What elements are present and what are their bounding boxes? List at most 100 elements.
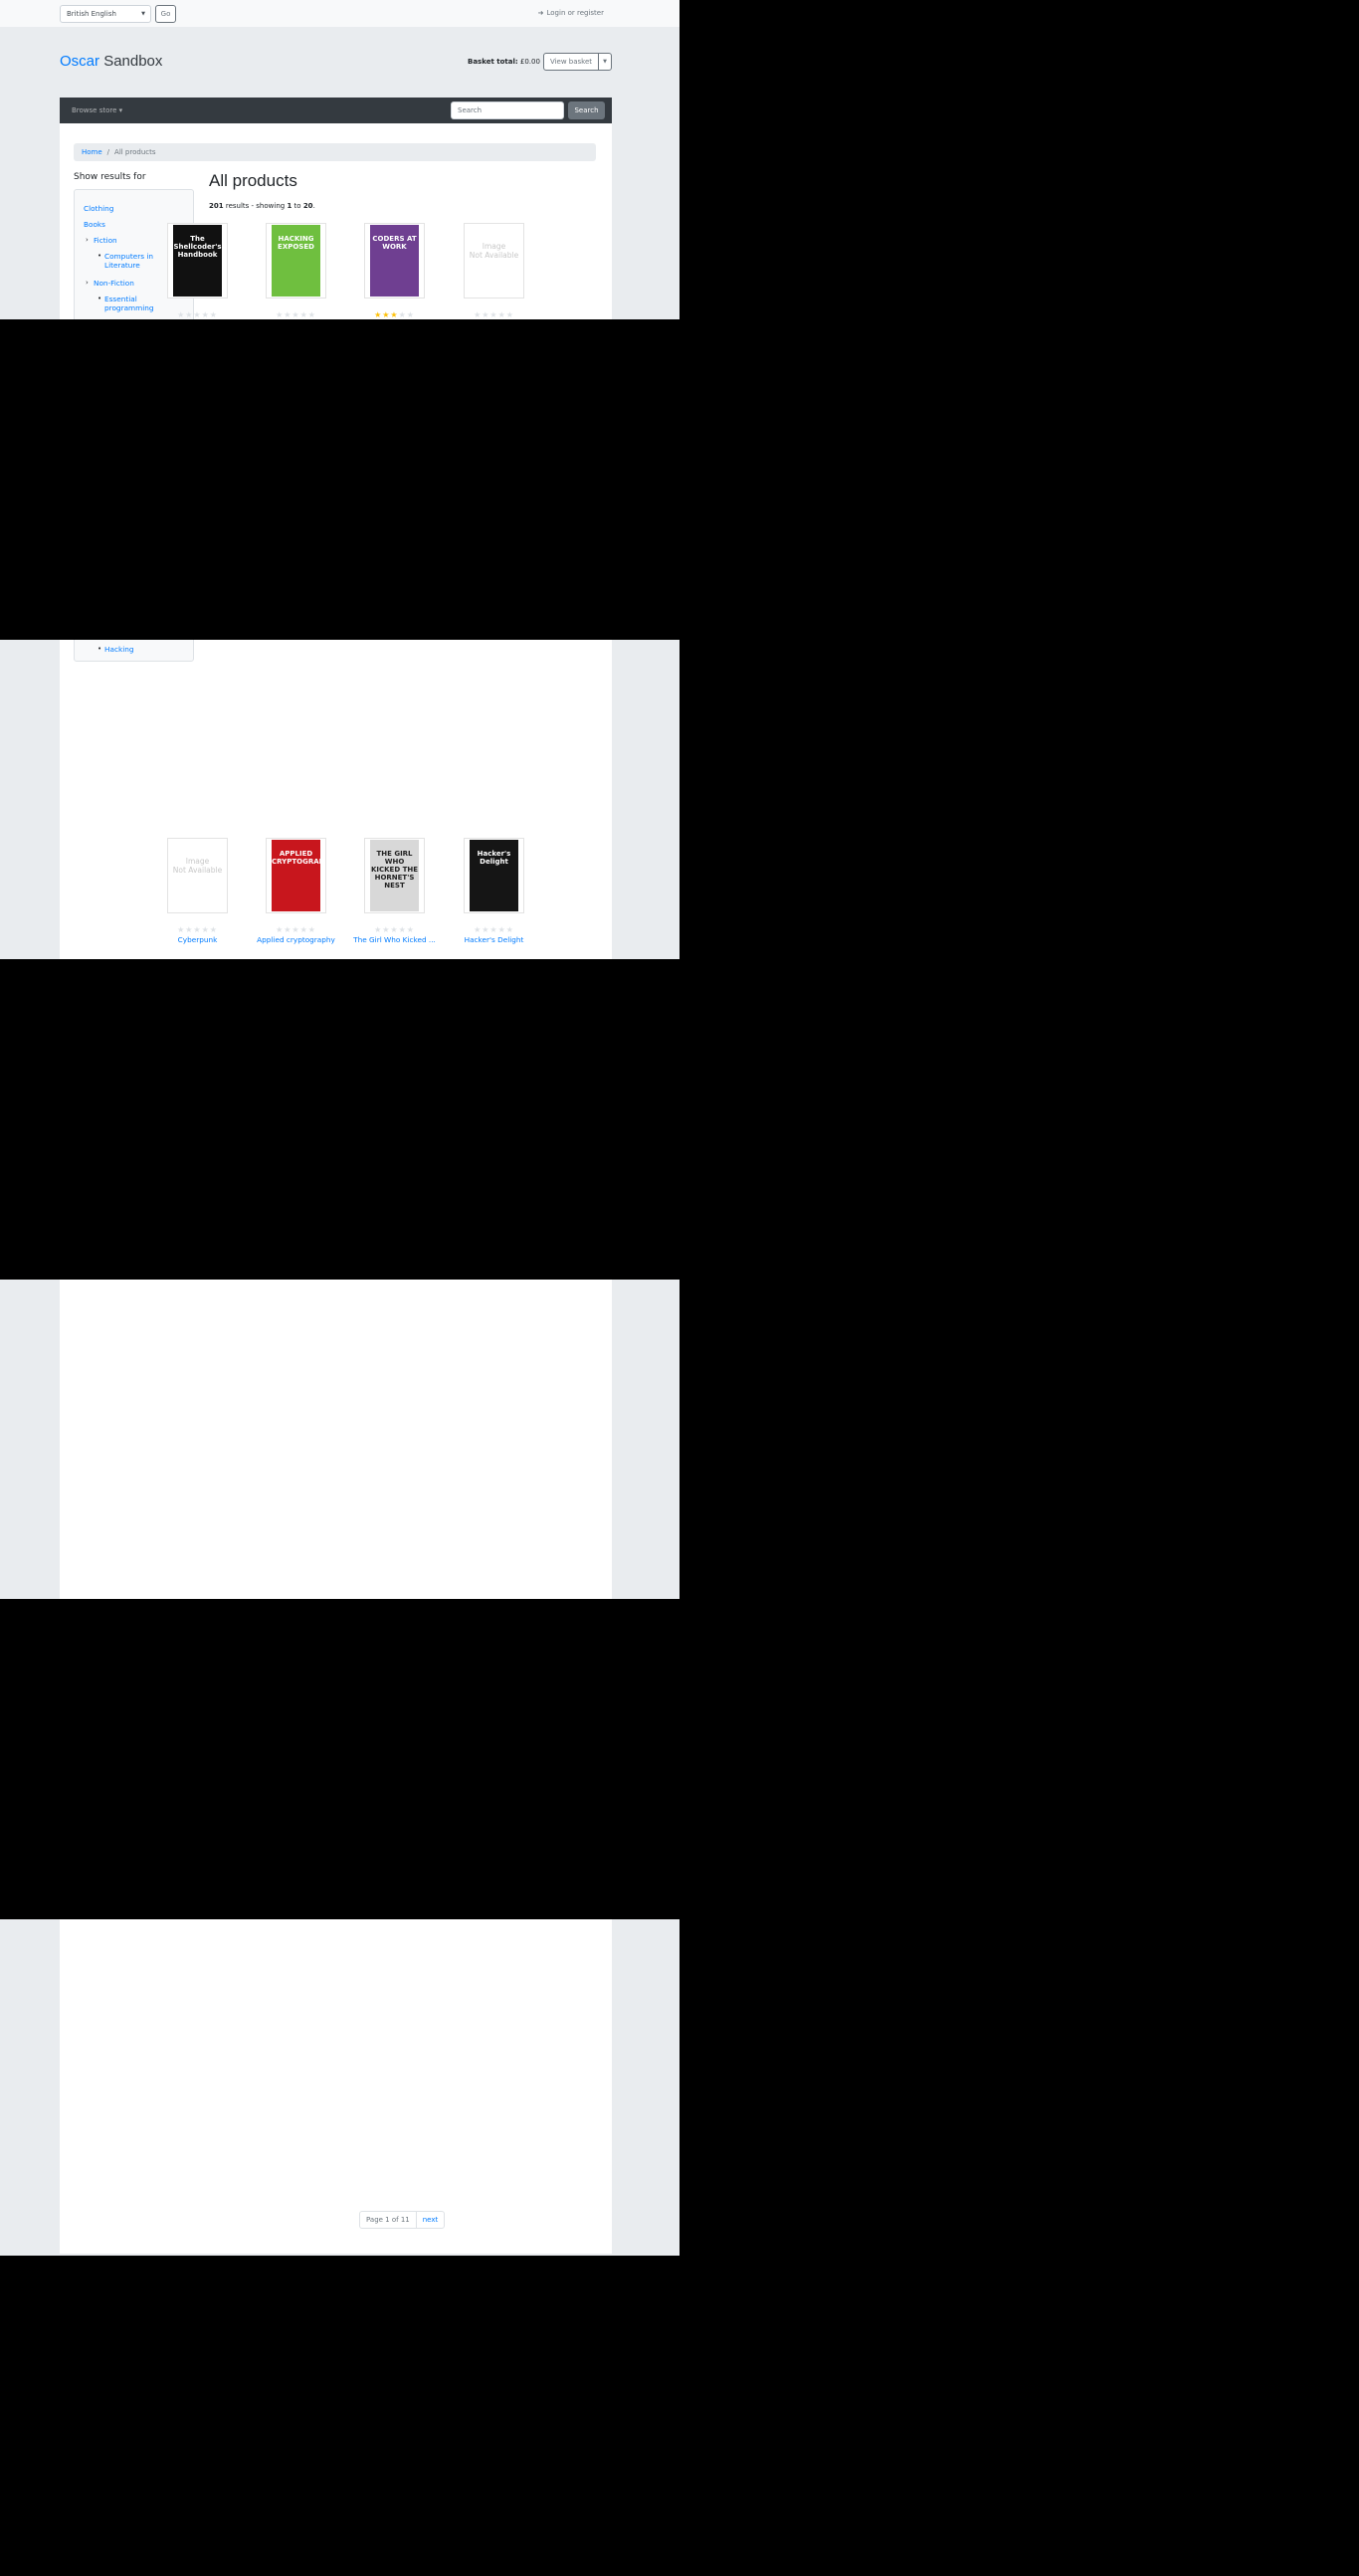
star-icon: ★	[390, 310, 399, 319]
product-cover-image[interactable]: The Shellcoder's Handbook	[167, 223, 228, 298]
breadcrumb-home[interactable]: Home	[82, 148, 102, 156]
view-basket-button[interactable]: View basket	[543, 53, 599, 71]
language-go-button[interactable]: Go	[155, 5, 176, 23]
star-icon: ★	[398, 925, 407, 934]
star-icon: ★	[406, 925, 415, 934]
star-icon: ★	[489, 925, 498, 934]
page-title: All products	[209, 171, 297, 190]
placeholder-line-2: Not Available	[469, 251, 519, 260]
star-icon: ★	[307, 925, 316, 934]
star-rating: ★★★★★	[155, 925, 240, 934]
chevron-down-icon: ▼	[141, 11, 145, 17]
results-summary: 201 results - showing 1 to 20.	[209, 202, 315, 210]
product-cover-image[interactable]: Image Not Available	[464, 223, 524, 298]
page-content: Home/All products Show results for Cloth…	[60, 1280, 612, 1599]
product-cover-image[interactable]: HACKING EXPOSED	[266, 223, 326, 298]
product-title-link[interactable]: Applied cryptography	[254, 935, 338, 944]
page-content: Home/All products Show results for Cloth…	[60, 640, 612, 959]
login-link[interactable]: ➜ Login or register	[538, 9, 604, 17]
product-cover-image[interactable]: Image Not Available	[167, 838, 228, 913]
placeholder-line-2: Not Available	[172, 866, 223, 875]
star-icon: ★	[390, 925, 399, 934]
book-cover-art: THE GIRL WHO KICKED THE HORNET'S NEST	[370, 840, 419, 911]
star-icon: ★	[505, 310, 514, 319]
star-icon: ★	[497, 925, 506, 934]
star-icon: ★	[497, 310, 506, 319]
star-rating: ★★★★★	[254, 310, 338, 319]
results-range-start: 1	[287, 202, 292, 210]
product-title-link[interactable]: Cyberpunk	[155, 935, 240, 944]
book-cover-art: CODERS AT WORK	[370, 225, 419, 297]
product-title-link[interactable]: Hacker's Delight	[452, 935, 536, 944]
breadcrumb-current: All products	[114, 148, 156, 156]
star-rating: ★★★★★	[452, 925, 536, 934]
product-cover-image[interactable]: CODERS AT WORK	[364, 223, 425, 298]
star-icon: ★	[474, 925, 483, 934]
pagination: Page 1 of 11 next	[359, 2211, 446, 2229]
product-card: ImageNot Available★★★★★Visual Guide to L…	[452, 223, 536, 319]
pagination-next[interactable]: next	[417, 2212, 445, 2228]
star-icon: ★	[299, 925, 308, 934]
star-icon: ★	[474, 310, 483, 319]
star-rating: ★★★★★	[352, 925, 437, 934]
product-card: CODERS AT WORK★★★★★Coders at Work£19.99✓…	[352, 223, 437, 319]
product-card: HACKING EXPOSED★★★★★Hacking Exposed Wire…	[254, 223, 338, 319]
star-icon: ★	[374, 925, 383, 934]
login-label: Login or register	[546, 9, 605, 17]
book-cover-art: HACKING EXPOSED	[272, 225, 320, 297]
chevron-down-icon: ▼	[603, 59, 607, 65]
star-icon: ★	[291, 310, 300, 319]
bullet-icon: •	[97, 252, 102, 260]
star-icon: ★	[307, 310, 316, 319]
product-card: THE GIRL WHO KICKED THE HORNET'S NEST ★★★…	[352, 838, 437, 959]
sidebar-item-fiction[interactable]: Fiction	[94, 236, 117, 245]
star-icon: ★	[201, 310, 210, 319]
results-range-end: 20	[302, 202, 313, 210]
product-title-link[interactable]: The Girl Who Kicked ...	[352, 935, 437, 944]
star-icon: ★	[291, 925, 300, 934]
basket-total-value: £0.00	[519, 58, 540, 66]
star-icon: ★	[209, 310, 218, 319]
product-cover-image[interactable]: APPLIED CRYPTOGRAPHY	[266, 838, 326, 913]
placeholder-line-1: Image	[185, 857, 210, 866]
book-cover-art: The Shellcoder's Handbook	[173, 225, 222, 297]
chevron-right-icon: ›	[86, 279, 89, 287]
brand-secondary: Sandbox	[103, 53, 163, 70]
browse-store-dropdown[interactable]: Browse store ▾	[72, 106, 122, 114]
star-icon: ★	[276, 925, 285, 934]
pagination-current: Page 1 of 11	[360, 2212, 417, 2228]
sidebar-item-hacking[interactable]: Hacking	[104, 645, 133, 654]
star-icon: ★	[177, 310, 186, 319]
brand-logo[interactable]: Oscar Sandbox	[60, 53, 162, 70]
search-button[interactable]: Search	[568, 101, 605, 119]
sidebar-item-non-fiction[interactable]: Non-Fiction	[94, 279, 134, 288]
results-range-to: to	[293, 202, 301, 210]
star-rating: ★★★★★	[452, 310, 536, 319]
sidebar-item-books[interactable]: Books	[84, 220, 105, 229]
sign-in-icon: ➜	[537, 9, 544, 17]
category-sidebar: Clothing Books › Fiction • Computers in …	[74, 640, 194, 662]
top-bar: British English ▼ Go ➜ Login or register	[0, 0, 680, 28]
basket-dropdown-toggle[interactable]: ▼	[598, 53, 612, 71]
results-text: results - showing	[225, 202, 286, 210]
breadcrumb-separator: /	[106, 148, 110, 156]
main-navbar: Browse store ▾ Search Search	[60, 98, 612, 123]
product-cover-image[interactable]: THE GIRL WHO KICKED THE HORNET'S NEST	[364, 838, 425, 913]
bullet-icon: •	[97, 645, 102, 653]
chevron-down-icon: ▾	[118, 106, 123, 114]
page-content: Home/All products Show results for Cloth…	[60, 123, 612, 319]
star-icon: ★	[193, 310, 202, 319]
viewport-strip-4: British English ▼ Go ➜Login or register …	[0, 1919, 680, 2256]
product-card: The Shellcoder's Handbook★★★★★The shellc…	[155, 223, 240, 319]
product-cover-image[interactable]: Hacker's Delight	[464, 838, 524, 913]
star-icon: ★	[489, 310, 498, 319]
search-input[interactable]: Search	[451, 101, 564, 119]
basket-total: Basket total: £0.00	[468, 58, 540, 66]
viewport-strip-3: British English ▼ Go ➜Login or register …	[0, 1280, 680, 1599]
language-select[interactable]: British English ▼	[60, 5, 151, 23]
star-icon: ★	[193, 925, 202, 934]
results-count: 201	[209, 202, 224, 210]
browse-store-label: Browse store	[72, 106, 117, 114]
sidebar-item-clothing[interactable]: Clothing	[84, 204, 113, 213]
viewport-strip-2: British English ▼ Go ➜Login or register …	[0, 640, 680, 959]
